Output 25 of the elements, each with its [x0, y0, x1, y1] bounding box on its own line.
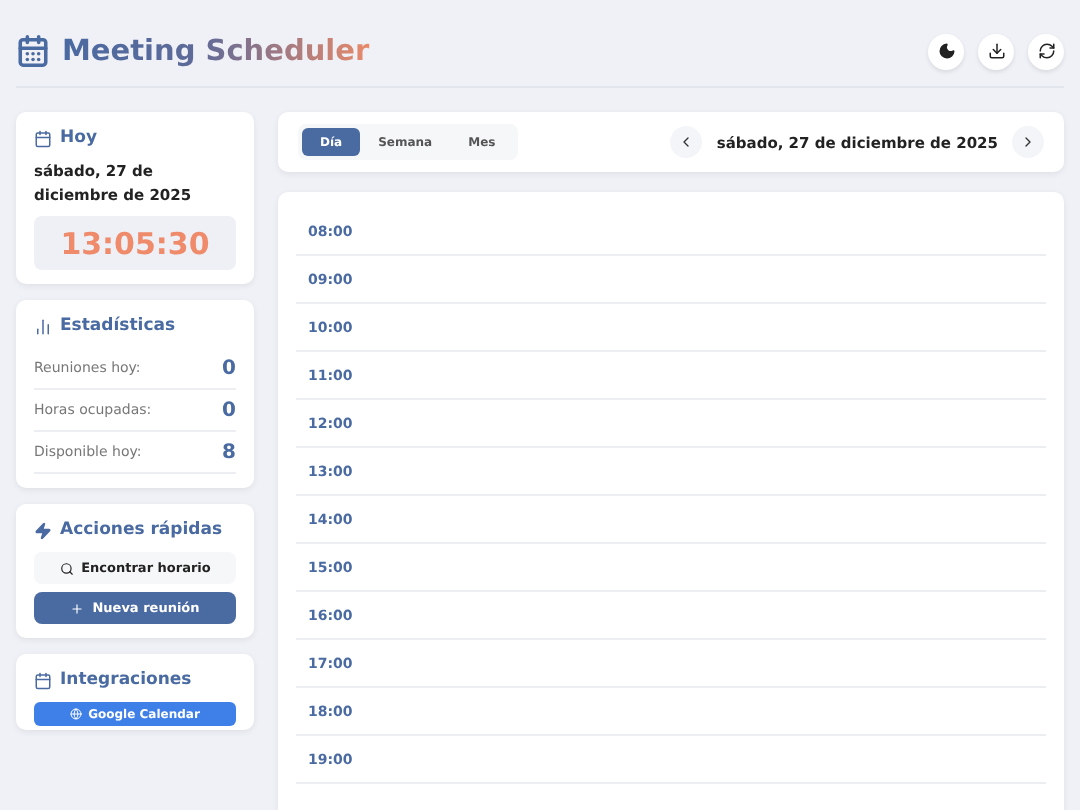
moon-icon	[937, 42, 955, 60]
download-button[interactable]	[978, 33, 1014, 69]
calendar-icon	[16, 34, 50, 68]
calendar-icon	[34, 671, 52, 689]
app-title: Meeting Scheduler	[62, 35, 370, 67]
download-icon	[987, 42, 1005, 60]
card-title: Estadísticas	[60, 316, 176, 336]
search-icon	[59, 561, 74, 575]
clock-display: 13:05:30	[34, 216, 236, 270]
stat-value: 8	[222, 441, 236, 463]
stat-value: 0	[222, 357, 236, 379]
stat-value: 0	[222, 399, 236, 421]
calendar-icon	[34, 129, 52, 147]
refresh-icon	[1037, 42, 1055, 60]
dark-mode-button[interactable]	[928, 33, 964, 69]
card-title: Integraciones	[60, 670, 192, 690]
chart-icon	[34, 317, 52, 335]
card-title: Acciones rápidas	[60, 520, 223, 540]
next-button[interactable]	[1012, 126, 1044, 158]
chevron-right-icon	[1020, 134, 1036, 150]
plus-icon	[70, 601, 85, 615]
globe-icon	[70, 708, 83, 720]
card-title: Hoy	[60, 128, 97, 148]
lightning-icon	[34, 521, 52, 539]
refresh-button[interactable]	[1028, 33, 1064, 69]
